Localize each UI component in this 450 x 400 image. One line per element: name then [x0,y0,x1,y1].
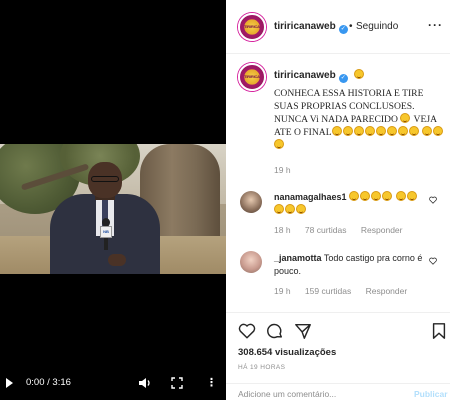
reply-button[interactable]: Responder [361,225,403,235]
more-options-icon[interactable]: ⋮ [206,377,217,389]
reporter-hand [108,254,126,266]
laughing-emoji-icon [382,191,393,201]
view-count[interactable]: 308.654 visualizações [238,347,336,358]
laughing-emoji-icon [274,139,284,149]
comment-time: 19 h [274,286,291,296]
post-header: TIRIRICA tiriricanaweb ✓ • Seguindo ··· [226,0,450,54]
video-player[interactable]: NB 0:00 / 3:16 ⋮ [0,0,226,400]
post-sidebar: TIRIRICA tiriricanaweb ✓ • Seguindo ··· T… [226,0,450,400]
comment-input[interactable] [238,389,398,399]
laughing-emoji-icon [386,126,397,136]
comment-text: nanamagalhaes1 [274,191,424,217]
laughing-emoji-icon [342,126,353,136]
video-controls: 0:00 / 3:16 ⋮ [0,374,226,394]
heart-icon[interactable] [429,196,437,204]
post-actions: 308.654 visualizações HÁ 19 HORAS Public… [226,312,450,400]
laughing-emoji-icon [360,191,371,201]
reporter-glasses [91,176,119,182]
laughing-emoji-icon [331,126,342,136]
comment-meta: 19 h 159 curtidas Responder [274,286,419,296]
share-plane-icon[interactable] [294,322,312,340]
laughing-emoji-icon [354,69,365,79]
comment-time: 18 h [274,225,291,235]
reply-button[interactable]: Responder [366,286,408,296]
laughing-emoji-icon [353,126,364,136]
bookmark-icon[interactable] [430,322,448,340]
post-timestamp: HÁ 19 HORAS [238,364,286,371]
laughing-emoji-icon [296,204,306,214]
header-username[interactable]: tiriricanaweb ✓ [274,21,348,34]
microphone-flag: NB [100,226,112,238]
play-icon[interactable] [6,378,13,388]
avatar-label: TIRIRICA [244,24,260,29]
comment-text: _janamotta Todo castigo pra corno é pouc… [274,252,424,278]
laughing-emoji-icon [421,126,432,136]
laughing-emoji-icon [397,126,408,136]
comment-bubble-icon[interactable] [266,322,284,340]
comment-likes[interactable]: 78 curtidas [305,225,347,235]
caption-text: CONHECA ESSA HISTORIA E TIRE SUAS PROPRI… [274,87,446,152]
comment-username[interactable]: nanamagalhaes1 [274,192,347,202]
like-heart-icon[interactable] [238,322,256,340]
caption-username[interactable]: tiriricanaweb ✓ [274,69,365,83]
laughing-emoji-icon [406,191,417,201]
header-username-label: tiriricanaweb [274,21,336,32]
comment-username[interactable]: _janamotta [274,253,322,263]
verified-badge-icon: ✓ [338,25,348,34]
laughing-emoji-icon [349,191,360,201]
caption-time: 19 h [274,165,291,175]
publish-button[interactable]: Publicar [414,389,448,399]
laughing-emoji-icon [371,191,382,201]
instagram-post-window: NB 0:00 / 3:16 ⋮ TIRIRICA tiriricanaweb ✓… [0,0,450,400]
add-comment-bar: Publicar [226,383,450,400]
avatar-label: TIRIRICA [244,74,260,79]
more-options-icon[interactable]: ··· [428,18,443,32]
volume-icon[interactable] [138,376,152,390]
caption-username-label: tiriricanaweb [274,70,336,81]
video-reporter [50,160,160,274]
comment-likes[interactable]: 159 curtidas [305,286,351,296]
avatar[interactable]: TIRIRICA [238,63,266,91]
fullscreen-icon[interactable] [171,377,183,389]
comment-meta: 18 h 78 curtidas Responder [274,225,414,235]
microphone-handle [104,238,108,250]
microphone: NB [100,218,112,250]
laughing-emoji-icon [408,126,419,136]
video-time: 0:00 / 3:16 [26,377,71,388]
laughing-emoji-icon [274,204,284,214]
laughing-emoji-icon [285,204,295,214]
following-button[interactable]: Seguindo [356,21,398,32]
laughing-emoji-icon [395,191,406,201]
avatar[interactable]: TIRIRICA [238,13,266,41]
avatar[interactable] [240,251,262,273]
laughing-emoji-icon [375,126,386,136]
verified-badge-icon: ✓ [338,74,348,83]
avatar[interactable] [240,191,262,213]
laughing-emoji-icon [432,126,443,136]
laughing-emoji-icon [400,113,411,123]
laughing-emoji-icon [364,126,375,136]
heart-icon[interactable] [429,257,437,265]
header-separator: • [349,21,353,32]
